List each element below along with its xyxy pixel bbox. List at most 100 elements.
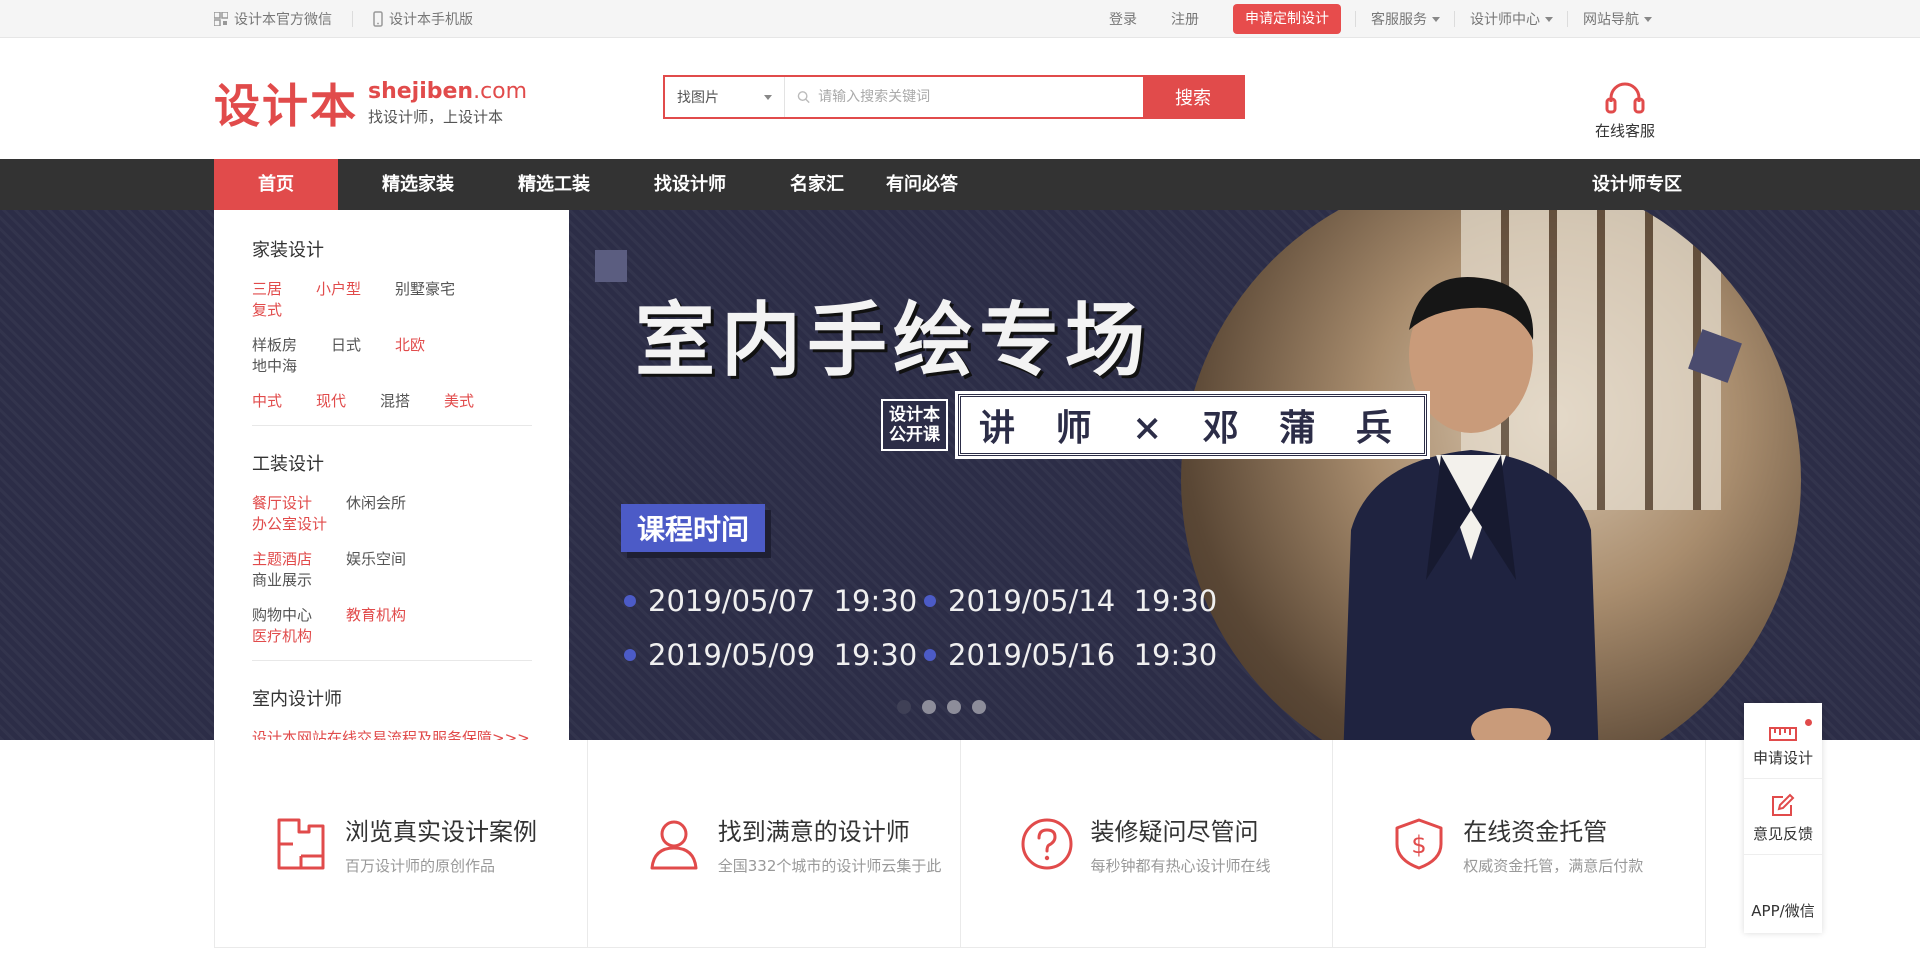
header: 设计本 shejiben.com 找设计师，上设计本 找图片 搜索 在线客服 — [0, 38, 1920, 159]
category-link[interactable]: 购物中心 — [252, 604, 312, 625]
course-date: 2019/05/07 19:30 — [624, 584, 924, 618]
chevron-down-icon — [1644, 16, 1652, 22]
bullet-icon — [924, 595, 936, 607]
side-feedback-label: 意见反馈 — [1752, 825, 1813, 843]
category-link[interactable]: 休闲会所 — [346, 492, 406, 513]
headset-icon — [1605, 82, 1645, 114]
side-app-wechat[interactable]: APP/微信 — [1744, 855, 1822, 931]
course-date: 2019/05/09 19:30 — [624, 638, 924, 672]
feature-title: 浏览真实设计案例 — [345, 817, 537, 846]
feature-subtitle: 全国332个城市的设计师云集于此 — [717, 856, 942, 875]
category-link[interactable]: 美式 — [444, 390, 474, 411]
feature-strip: 浏览真实设计案例 百万设计师的原创作品 找到满意的设计师 全国332个城市的设计… — [214, 740, 1706, 948]
nav-qa[interactable]: 有问必答 — [876, 159, 990, 210]
category-link[interactable]: 娱乐空间 — [346, 548, 406, 569]
feature-designers[interactable]: 找到满意的设计师 全国332个城市的设计师云集于此 — [588, 740, 961, 947]
course-date: 2019/05/14 19:30 — [924, 584, 1224, 618]
category-row: 样板房 日式 北欧 地中海 — [252, 334, 531, 376]
commercial-design-title: 工装设计 — [252, 454, 324, 475]
trade-process-link[interactable]: 设计本网站在线交易流程及服务保障>>> — [252, 727, 531, 740]
divider — [252, 425, 532, 426]
nav-designer-zone[interactable]: 设计师专区 — [1592, 159, 1698, 210]
svg-text:$: $ — [1412, 831, 1427, 859]
category-link[interactable]: 主题酒店 — [252, 548, 312, 569]
badge-line: 设计本 — [889, 405, 940, 425]
side-apply-design[interactable]: 申请设计 — [1744, 703, 1822, 779]
category-link[interactable]: 教育机构 — [346, 604, 406, 625]
designer-center-dropdown[interactable]: 设计师中心 — [1454, 9, 1553, 29]
pager-dot[interactable] — [972, 700, 986, 714]
nav-commercial[interactable]: 精选工装 — [486, 159, 622, 210]
search-button[interactable]: 搜索 — [1143, 77, 1243, 117]
feature-cases[interactable]: 浏览真实设计案例 百万设计师的原创作品 — [215, 740, 588, 947]
logo-domain-tld: .com — [473, 78, 528, 104]
apply-custom-design-button[interactable]: 申请定制设计 — [1233, 4, 1341, 34]
category-link[interactable]: 别墅豪宅 — [395, 278, 455, 299]
category-link[interactable]: 中式 — [252, 390, 282, 411]
banner-title: 室内手绘专场 — [635, 293, 1151, 387]
category-link[interactable]: 现代 — [316, 390, 346, 411]
edit-icon — [1772, 793, 1795, 816]
wechat-label: 设计本官方微信 — [234, 12, 332, 28]
ruler-icon — [1769, 727, 1797, 741]
site-logo[interactable]: 设计本 shejiben.com 找设计师，上设计本 — [214, 70, 527, 136]
category-row: 购物中心 教育机构 医疗机构 — [252, 604, 531, 646]
nav-home[interactable]: 首页 — [214, 159, 338, 210]
online-service-button[interactable]: 在线客服 — [1580, 80, 1670, 141]
instructor-photo — [1181, 210, 1801, 740]
category-link[interactable]: 餐厅设计 — [252, 492, 312, 513]
chevron-down-icon — [1545, 16, 1553, 22]
person-silhouette — [1343, 277, 1599, 740]
category-link[interactable]: 办公室设计 — [252, 513, 327, 534]
feature-escrow[interactable]: $ 在线资金托管 权威资金托管，满意后付款 — [1333, 740, 1705, 947]
pager-dot[interactable] — [897, 700, 911, 714]
category-link[interactable]: 日式 — [331, 334, 361, 355]
site-nav-dropdown[interactable]: 网站导航 — [1567, 9, 1652, 29]
shield-money-icon: $ — [1395, 818, 1443, 869]
side-float-bar: 申请设计 意见反馈 APP/微信 — [1744, 703, 1822, 933]
user-icon — [650, 820, 698, 869]
customer-service-dropdown[interactable]: 客服服务 — [1355, 9, 1440, 29]
site-nav-label: 网站导航 — [1583, 12, 1639, 28]
mobile-link[interactable]: 设计本手机版 — [373, 9, 473, 29]
course-dates: 2019/05/07 19:30 2019/05/14 19:30 2019/0… — [624, 584, 1224, 672]
category-link[interactable]: 样板房 — [252, 334, 297, 355]
designer-center-label: 设计师中心 — [1470, 12, 1540, 28]
category-link[interactable]: 三居 — [252, 278, 282, 299]
nav-home-decor[interactable]: 精选家装 — [338, 159, 486, 210]
category-link[interactable]: 北欧 — [395, 334, 425, 355]
phone-icon — [373, 11, 383, 27]
mobile-label: 设计本手机版 — [389, 12, 473, 28]
register-link[interactable]: 注册 — [1171, 9, 1199, 29]
category-link[interactable]: 地中海 — [252, 355, 297, 376]
chevron-down-icon — [1432, 16, 1440, 22]
top-bar: 设计本官方微信 设计本手机版 登录 注册 申请定制设计 客服服务 设计师中心 网… — [0, 0, 1920, 38]
qrcode-icon — [214, 12, 228, 26]
category-link[interactable]: 混搭 — [380, 390, 410, 411]
pager-dot[interactable] — [922, 700, 936, 714]
feature-questions[interactable]: 装修疑问尽管问 每秒钟都有热心设计师在线 — [961, 740, 1334, 947]
bullet-icon — [924, 649, 936, 661]
feature-title: 找到满意的设计师 — [717, 817, 910, 846]
login-link[interactable]: 登录 — [1109, 9, 1137, 29]
wechat-link[interactable]: 设计本官方微信 — [214, 9, 332, 29]
category-link[interactable]: 商业展示 — [252, 569, 312, 590]
feature-subtitle: 百万设计师的原创作品 — [345, 856, 496, 875]
logo-slogan: 找设计师，上设计本 — [368, 107, 504, 126]
category-link[interactable]: 小户型 — [316, 278, 361, 299]
course-time-label: 课程时间 — [621, 504, 766, 552]
pager-dot[interactable] — [947, 700, 961, 714]
feature-subtitle: 每秒钟都有热心设计师在线 — [1090, 856, 1271, 875]
search-type-select[interactable]: 找图片 — [665, 77, 785, 117]
feature-title: 装修疑问尽管问 — [1090, 817, 1259, 846]
search-input[interactable] — [818, 89, 1143, 105]
search-bar: 找图片 搜索 — [663, 75, 1245, 119]
nav-masters[interactable]: 名家汇 — [758, 159, 876, 210]
banner-slide[interactable]: 室内手绘专场 设计本 公开课 讲 师 × 邓 蒲 兵 课程时间 2019/05/… — [569, 210, 1801, 740]
category-link[interactable]: 复式 — [252, 299, 282, 320]
category-link[interactable]: 医疗机构 — [252, 625, 312, 646]
nav-find-designer[interactable]: 找设计师 — [622, 159, 758, 210]
side-feedback[interactable]: 意见反馈 — [1744, 779, 1822, 855]
open-class-badge: 设计本 公开课 — [881, 399, 948, 451]
badge-line: 公开课 — [889, 425, 940, 445]
